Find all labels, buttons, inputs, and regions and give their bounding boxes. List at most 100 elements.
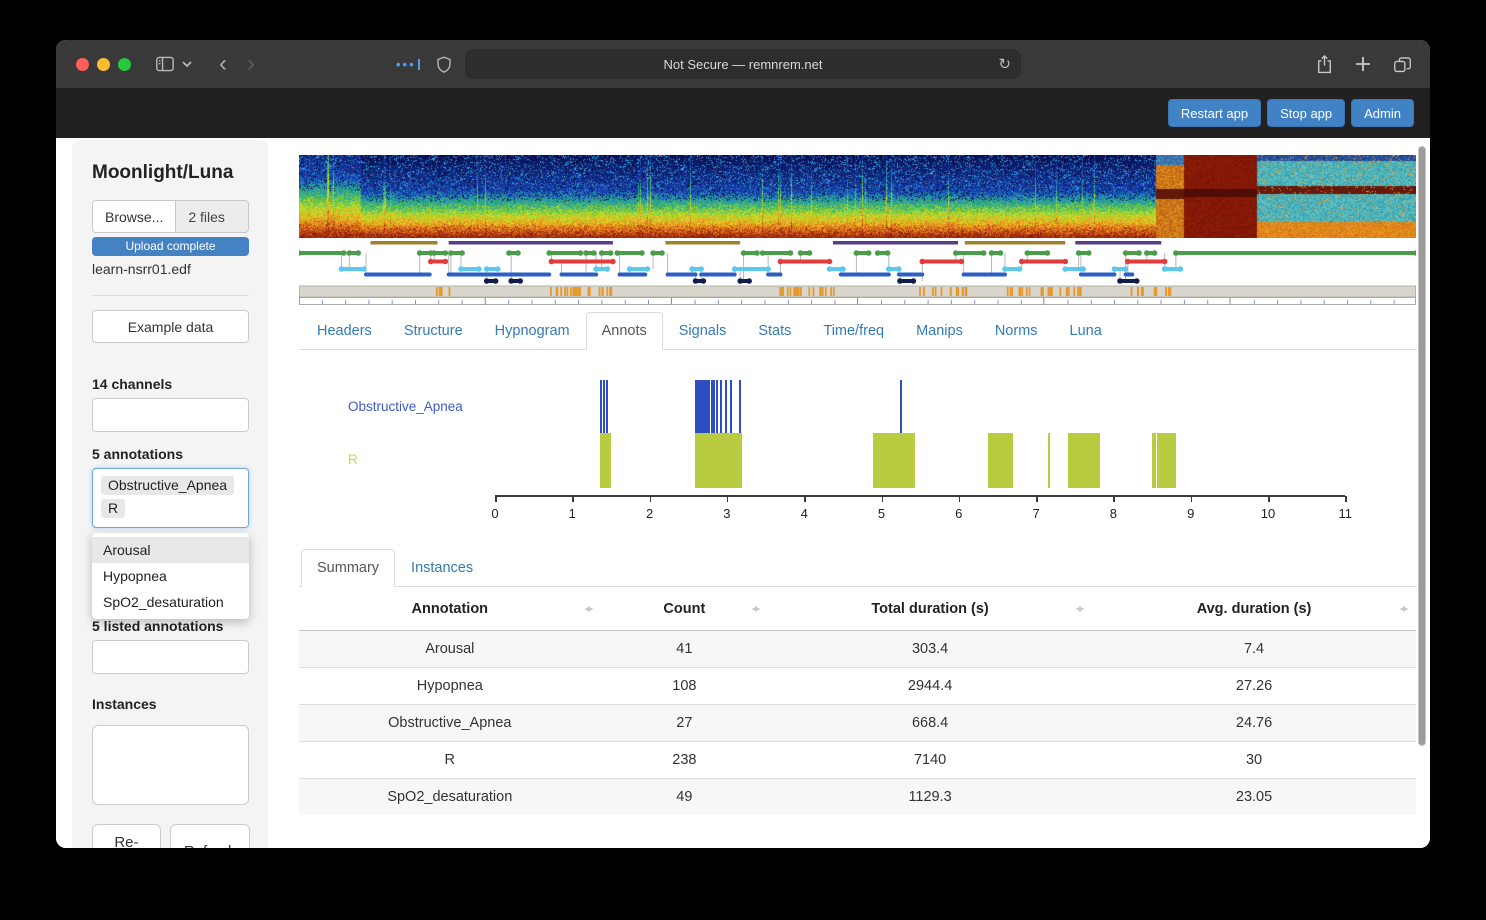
new-tab-icon[interactable] [1355,56,1371,72]
stage-dot [886,266,892,272]
subtab-summary[interactable]: Summary [301,549,395,587]
example-data-button[interactable]: Example data [92,310,249,343]
dropdown-option-arousal[interactable]: Arousal [92,537,249,563]
table-cell: 30 [1092,741,1416,778]
tab-group-indicator[interactable]: ••• [396,55,452,74]
tab-hypnogram[interactable]: Hypnogram [479,312,586,350]
x-axis-tick [1191,496,1193,502]
table-row[interactable]: R238714030 [299,741,1416,778]
event-tick [1165,287,1167,296]
zoom-window-button[interactable] [118,58,131,71]
table-row[interactable]: Obstructive_Apnea27668.424.76 [299,704,1416,741]
x-axis-tick-label: 4 [784,506,824,521]
instances-textarea[interactable] [92,725,249,805]
dropdown-option-hypopnea[interactable]: Hypopnea [92,563,249,589]
scrollbar-thumb[interactable] [1418,146,1426,746]
privacy-shield-icon[interactable] [436,55,452,74]
col-total-duration[interactable]: Total duration (s) [768,589,1092,630]
admin-button[interactable]: Admin [1351,99,1414,127]
annotations-select[interactable]: Obstructive_Apnea R [92,468,249,528]
event-tick [956,287,958,296]
reepoch-button[interactable]: Re-epoch [92,824,161,848]
stage-dot [639,250,645,256]
table-cell: 27.26 [1092,667,1416,704]
stage-dot [650,250,656,256]
stage-dot [1017,266,1023,272]
event-tick [575,287,577,296]
event-tick [564,287,566,296]
forward-button[interactable]: › [237,52,265,76]
dropdown-option-spo2[interactable]: SpO2_desaturation [92,589,249,615]
tab-overview-icon[interactable] [1393,56,1412,73]
col-avg-duration[interactable]: Avg. duration (s) [1092,589,1416,630]
tab-luna[interactable]: Luna [1054,312,1118,350]
x-axis-tick-label: 5 [862,506,902,521]
event-tick [919,287,921,296]
event-tick [1131,287,1133,296]
col-annotation[interactable]: Annotation [299,589,601,630]
restart-app-button[interactable]: Restart app [1168,99,1261,127]
selected-annotation-chip[interactable]: R [101,499,125,518]
chevron-down-icon[interactable] [181,60,193,68]
listed-annotations-input[interactable] [92,640,249,674]
stage-dot [798,250,804,256]
stage-dot [989,250,995,256]
sort-icon[interactable] [1076,602,1084,616]
event-tick [1051,287,1053,296]
stage-dot [998,250,1004,256]
event-tick [962,287,964,296]
tab-manips[interactable]: Manips [900,312,979,350]
listed-annotations-label: 5 listed annotations [92,618,249,634]
stage-dot [443,259,449,265]
cycle-bar [833,241,958,245]
event-tick [1059,287,1061,296]
table-cell: 7140 [768,741,1092,778]
channels-input[interactable] [92,398,249,432]
cycle-bar [449,241,613,245]
stage-dot [1123,266,1129,272]
x-axis-tick [804,496,806,502]
apnea-event-line [713,380,715,433]
stage-dot [1062,266,1068,272]
sort-icon[interactable] [752,602,760,616]
apnea-event-line [603,380,605,433]
close-window-button[interactable] [76,58,89,71]
address-bar[interactable]: Not Secure — remnrem.net ↻ [465,49,1021,79]
stage-dot [896,266,902,272]
tab-stats[interactable]: Stats [742,312,807,350]
table-row[interactable]: Arousal41303.47.4 [299,630,1416,667]
event-tick [449,287,451,296]
col-count[interactable]: Count [601,589,769,630]
tab-timefreq[interactable]: Time/freq [807,312,900,350]
apnea-event-line [739,380,741,433]
stage-dot [875,250,881,256]
tab-norms[interactable]: Norms [979,312,1054,350]
sidebar-toggle-icon[interactable] [155,55,175,73]
tab-structure[interactable]: Structure [388,312,479,350]
event-tick [1066,287,1068,296]
apnea-event-line [725,380,727,433]
table-row[interactable]: SpO2_desaturation491129.323.05 [299,778,1416,815]
browse-button[interactable]: Browse... [93,201,176,232]
stage-dot [746,278,752,284]
r-interval-bar [695,433,742,488]
back-button[interactable]: ‹ [209,52,237,76]
sort-icon[interactable] [1400,602,1408,616]
r-interval-bar [1068,433,1101,488]
tab-headers[interactable]: Headers [301,312,388,350]
stage-dot [591,250,597,256]
table-cell: 23.05 [1092,778,1416,815]
minimize-window-button[interactable] [97,58,110,71]
stage-dot [911,278,917,284]
share-icon[interactable] [1316,54,1333,74]
event-tick [1021,287,1023,296]
refresh-button[interactable]: Refresh [170,824,251,848]
sort-icon[interactable] [585,602,593,616]
subtab-instances[interactable]: Instances [395,549,489,587]
tab-annots[interactable]: Annots [586,312,663,350]
reload-icon[interactable]: ↻ [998,55,1011,73]
stop-app-button[interactable]: Stop app [1267,99,1345,127]
tab-signals[interactable]: Signals [663,312,743,350]
table-row[interactable]: Hypopnea1082944.427.26 [299,667,1416,704]
selected-annotation-chip[interactable]: Obstructive_Apnea [101,476,234,495]
